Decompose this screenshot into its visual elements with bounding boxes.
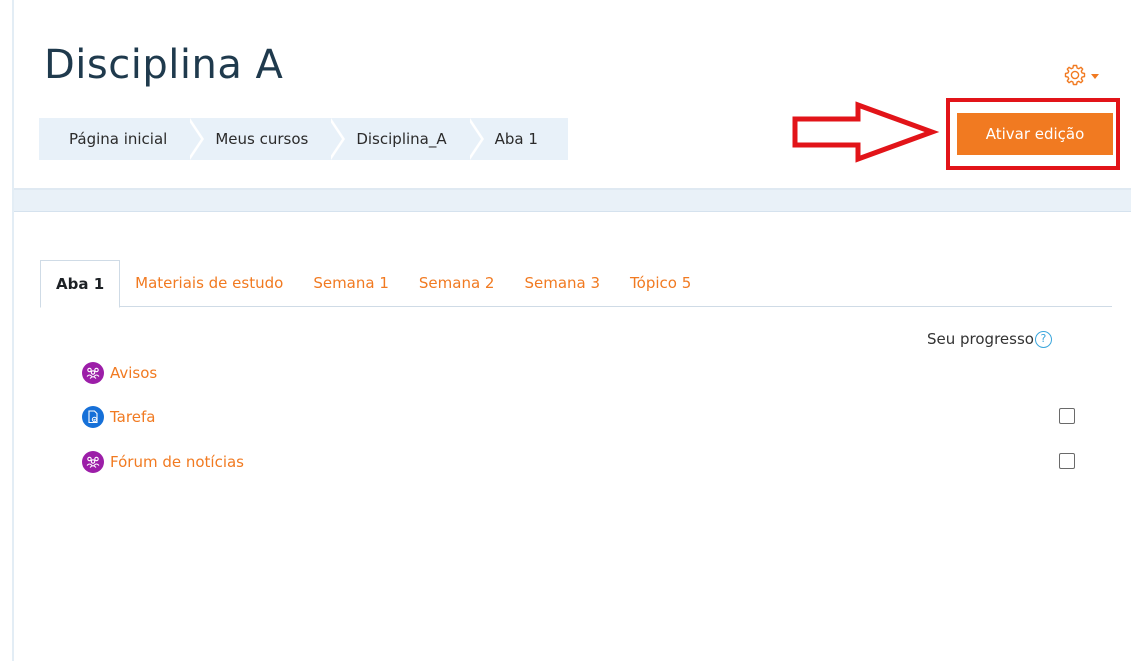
course-tabs: Aba 1 Materiais de estudo Semana 1 Seman… (40, 260, 1112, 308)
breadcrumb: Página inicial Meus cursos Disciplina_A … (39, 118, 568, 160)
assignment-icon (82, 406, 104, 428)
activity-avisos[interactable]: Avisos (82, 361, 157, 385)
tab-semana-2[interactable]: Semana 2 (404, 260, 510, 307)
tab-semana-1[interactable]: Semana 1 (298, 260, 404, 307)
breadcrumb-item-label: Página inicial (69, 130, 168, 148)
breadcrumb-item-label: Aba 1 (494, 130, 538, 148)
tab-semana-3[interactable]: Semana 3 (509, 260, 615, 307)
forum-icon (82, 362, 104, 384)
course-settings-menu[interactable] (1063, 61, 1099, 89)
breadcrumb-item-label: Disciplina_A (356, 130, 447, 148)
activity-label: Avisos (110, 364, 158, 382)
turn-editing-on-button[interactable]: Ativar edição (957, 113, 1113, 155)
breadcrumb-item-my-courses[interactable]: Meus cursos (187, 118, 346, 160)
completion-checkbox[interactable] (1059, 453, 1075, 469)
progress-header: Seu progresso ? (927, 330, 1052, 348)
tab-aba-1[interactable]: Aba 1 (40, 260, 121, 308)
activity-forum-de-noticias[interactable]: Fórum de notícias (82, 450, 244, 474)
breadcrumb-item-course[interactable]: Disciplina_A (328, 118, 484, 160)
activity-label: Fórum de notícias (110, 453, 244, 471)
activity-label: Tarefa (110, 408, 156, 426)
annotation-arrow-icon (792, 101, 940, 163)
forum-icon (82, 451, 104, 473)
gear-icon (1063, 63, 1087, 87)
breadcrumb-item-home[interactable]: Página inicial (39, 118, 205, 160)
completion-checkbox[interactable] (1059, 408, 1075, 424)
tab-materiais-de-estudo[interactable]: Materiais de estudo (120, 260, 298, 307)
tab-topico-5[interactable]: Tópico 5 (615, 260, 706, 307)
help-icon[interactable]: ? (1034, 330, 1052, 348)
chevron-down-icon (1091, 73, 1099, 79)
progress-label: Seu progresso (927, 330, 1034, 348)
breadcrumb-item-label: Meus cursos (215, 130, 309, 148)
page-title: Disciplina A (44, 42, 284, 88)
activity-tarefa[interactable]: Tarefa (82, 405, 155, 429)
page-separator-band (14, 190, 1131, 212)
